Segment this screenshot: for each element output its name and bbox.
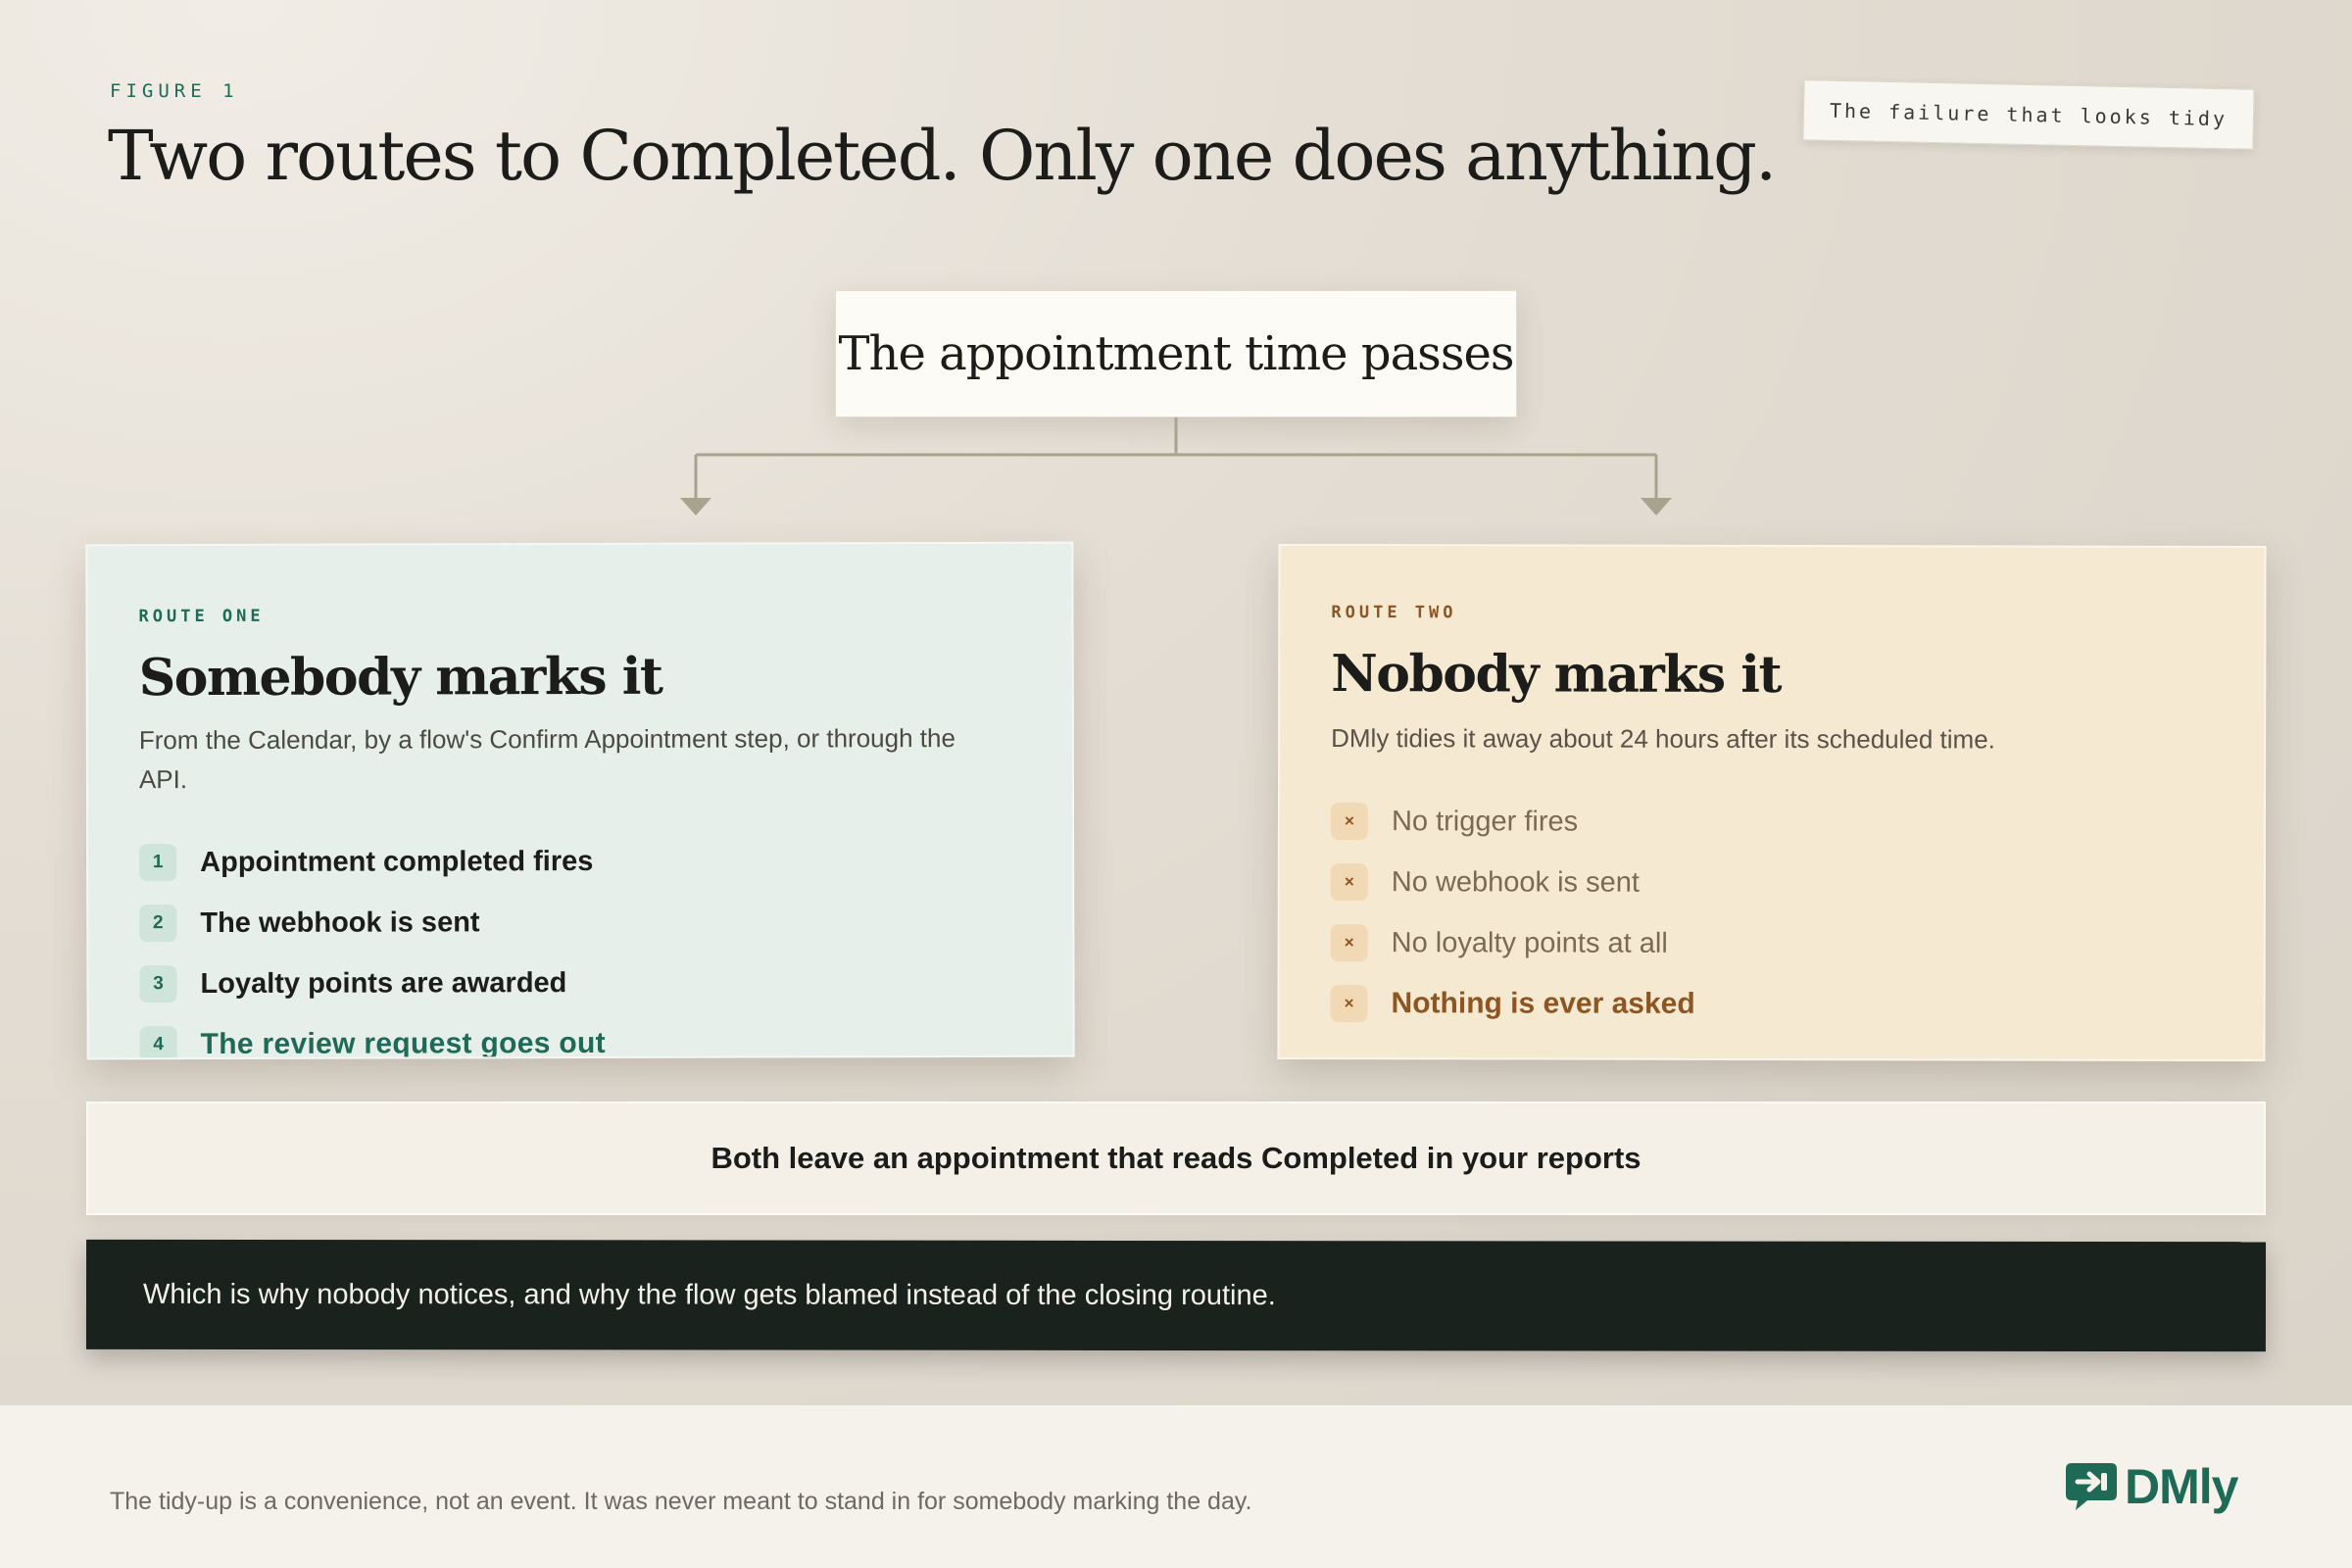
route-two-tag: ROUTE TWO: [1331, 603, 1457, 623]
cross-icon: ×: [1330, 863, 1368, 902]
route-two-title: Nobody marks it: [1331, 644, 1782, 706]
step-text: Nothing is ever asked: [1391, 987, 1695, 1020]
step-text: Appointment completed fires: [200, 845, 594, 878]
route-two-description: DMly tidies it away about 24 hours after…: [1331, 723, 1995, 755]
route-two-steps: × No trigger fires × No webhook is sent …: [1330, 791, 1696, 1035]
logo-text: DMly: [2125, 1459, 2238, 1514]
arrowhead-left-icon: [680, 498, 711, 515]
arrowhead-right-icon: [1641, 498, 1672, 515]
route-two-step-highlight: × Nothing is ever asked: [1330, 973, 1695, 1035]
step-number-badge: 1: [139, 844, 177, 882]
dmly-logo: DMly: [2064, 1458, 2238, 1515]
route-one-tag: ROUTE ONE: [138, 606, 265, 627]
step-text: No webhook is sent: [1391, 865, 1640, 899]
cross-icon: ×: [1330, 803, 1368, 841]
step-text: Loyalty points are awarded: [200, 966, 567, 1000]
route-two-step: × No trigger fires: [1330, 791, 1695, 853]
route-one-step: 1 Appointment completed fires: [139, 831, 605, 893]
footer: The tidy-up is a convenience, not an eve…: [0, 1405, 2352, 1568]
route-one-description: From the Calendar, by a flow's Confirm A…: [138, 722, 956, 795]
route-two-step: × No webhook is sent: [1330, 852, 1695, 913]
route-one-card: ROUTE ONE Somebody marks it From the Cal…: [85, 541, 1075, 1060]
step-text: The webhook is sent: [200, 906, 480, 939]
route-one-step: 2 The webhook is sent: [139, 892, 605, 954]
cross-icon: ×: [1330, 985, 1368, 1023]
callout-banner: Which is why nobody notices, and why the…: [85, 1239, 2267, 1352]
step-number-badge: 4: [139, 1026, 177, 1060]
step-text: No loyalty points at all: [1391, 926, 1668, 959]
route-two-step: × No loyalty points at all: [1330, 912, 1695, 974]
step-number-badge: 3: [139, 965, 177, 1004]
chat-arrow-icon: [2066, 1463, 2117, 1510]
route-one-step: 3 Loyalty points are awarded: [139, 953, 605, 1014]
step-number-badge: 2: [139, 905, 177, 943]
route-one-title: Somebody marks it: [138, 646, 662, 709]
route-two-card: ROUTE TWO Nobody marks it DMly tidies it…: [1277, 543, 2267, 1062]
route-one-step-highlight: 4 The review request goes out: [139, 1013, 606, 1060]
route-one-steps: 1 Appointment completed fires 2 The webh…: [139, 831, 606, 1060]
step-text: The review request goes out: [200, 1026, 606, 1060]
summary-banner: Both leave an appointment that reads Com…: [86, 1102, 2266, 1215]
cross-icon: ×: [1330, 924, 1368, 962]
footer-note: The tidy-up is a convenience, not an eve…: [110, 1488, 1252, 1515]
step-text: No trigger fires: [1391, 805, 1579, 838]
